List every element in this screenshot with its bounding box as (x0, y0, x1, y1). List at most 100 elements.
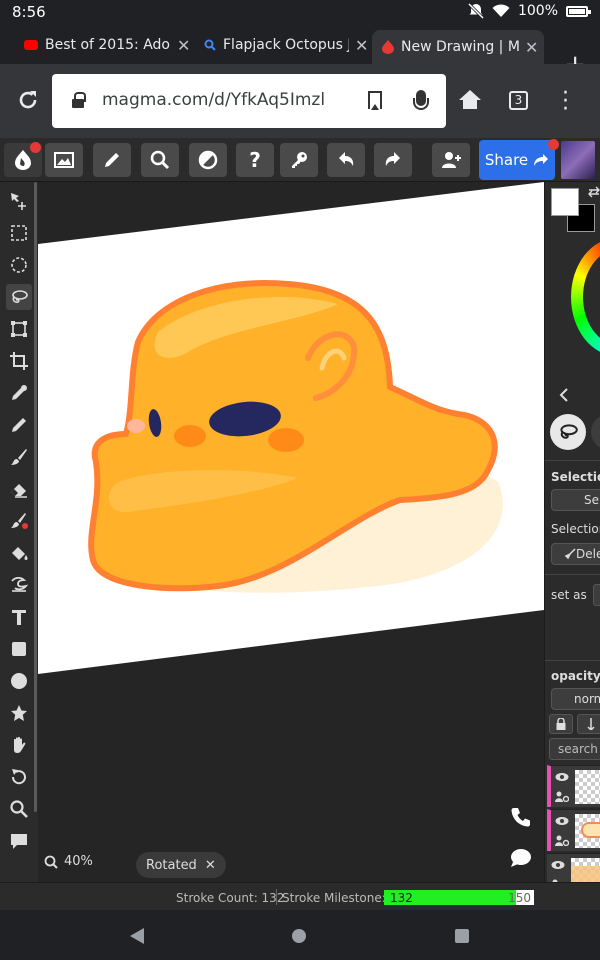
search-button[interactable] (141, 143, 179, 177)
shape-tool[interactable] (6, 700, 32, 726)
tab-title: Flapjack Octopus Ju (223, 37, 349, 53)
rect-select-icon (11, 225, 27, 241)
back-icon[interactable] (130, 928, 144, 944)
lock-icon (72, 92, 86, 108)
rotate-tool[interactable] (6, 764, 32, 790)
primary-color-swatch[interactable] (551, 188, 579, 216)
tab-title: Best of 2015: Adora (45, 37, 171, 53)
magma-favicon-icon (382, 40, 394, 54)
canvas-area[interactable]: 40% Rotated ✕ (38, 182, 544, 882)
adjustments-button[interactable] (189, 143, 227, 177)
rotated-badge[interactable]: Rotated ✕ (136, 852, 226, 878)
user-avatar[interactable] (561, 141, 595, 179)
eraser-tool[interactable] (6, 476, 32, 502)
zoom-indicator[interactable]: 40% (44, 854, 93, 869)
layer-item[interactable] (547, 765, 600, 807)
redo-icon (385, 152, 400, 166)
eyedropper-tool[interactable] (6, 380, 32, 406)
reset-rotation-icon[interactable]: ✕ (205, 858, 216, 873)
visibility-eye-icon[interactable] (555, 772, 569, 782)
redo-button[interactable] (374, 143, 412, 177)
ellipse-tool[interactable] (6, 668, 32, 694)
close-tab-icon[interactable]: ✕ (525, 38, 538, 57)
star-icon (11, 705, 27, 721)
lock-layer-button[interactable] (549, 714, 573, 734)
divider (276, 889, 277, 905)
visibility-eye-icon[interactable] (551, 860, 565, 870)
layer-thumbnail (575, 770, 600, 804)
rect-select-tool[interactable] (6, 220, 32, 246)
layer-item[interactable] (547, 809, 600, 851)
eraser-icon (11, 484, 27, 498)
drawing-artwork[interactable] (38, 182, 544, 882)
bookmark-icon[interactable] (368, 91, 382, 110)
comment-tool[interactable] (6, 828, 32, 854)
microphone-icon[interactable] (413, 90, 429, 110)
liquify-tool[interactable] (6, 572, 32, 598)
smudge-tool[interactable] (6, 508, 32, 534)
layer-order-button[interactable] (577, 714, 600, 734)
phone-icon[interactable] (510, 806, 532, 828)
layer-search-input[interactable]: search (549, 738, 600, 760)
select-button-label: Sele (584, 493, 600, 507)
delete-button[interactable]: Dele (551, 543, 600, 565)
text-tool[interactable] (6, 604, 32, 630)
chat-icon[interactable] (510, 848, 532, 868)
tab-switcher-button[interactable]: 3 (509, 91, 528, 110)
brush-tool[interactable] (6, 444, 32, 470)
add-user-button[interactable] (432, 143, 470, 177)
zoom-tool[interactable] (6, 796, 32, 822)
fill-tool[interactable] (6, 540, 32, 566)
layer-settings-icon[interactable] (555, 834, 569, 846)
pencil-tool[interactable] (6, 412, 32, 438)
help-button[interactable]: ? (236, 143, 274, 177)
search-icon (150, 150, 170, 170)
url-text[interactable]: magma.com/d/YfkAq5Imzl (102, 90, 325, 110)
ellipse-select-icon (11, 257, 27, 273)
set-as-dropdown[interactable] (593, 584, 600, 606)
permissions-button[interactable] (280, 143, 318, 177)
address-bar[interactable]: magma.com/d/YfkAq5Imzl (52, 74, 446, 128)
tool-scrollbar[interactable] (34, 182, 37, 812)
rectangle-tool[interactable] (6, 636, 32, 662)
menu-kebab-icon[interactable]: · · · (562, 83, 569, 121)
wifi-icon (492, 4, 510, 17)
collapse-panel-icon[interactable] (559, 388, 569, 402)
crop-tool[interactable] (6, 348, 32, 374)
close-tab-icon[interactable]: ✕ (355, 36, 368, 55)
select-button[interactable]: Sele (551, 489, 600, 511)
transform-tool[interactable] (6, 316, 32, 342)
home-icon[interactable] (459, 90, 481, 112)
share-button[interactable]: Share (479, 140, 555, 180)
brush-icon (11, 449, 27, 465)
brush-settings-button[interactable] (93, 143, 131, 177)
lasso-tool-indicator (550, 414, 586, 450)
search-favicon-icon (204, 39, 216, 51)
lock-icon (556, 718, 566, 730)
home-circle-icon[interactable] (292, 929, 306, 943)
rotated-label: Rotated (146, 857, 197, 873)
reload-icon[interactable] (16, 88, 40, 112)
selection-heading: Selection (551, 470, 600, 484)
move-tool[interactable] (6, 188, 32, 214)
layer-settings-icon[interactable] (555, 790, 569, 802)
blend-mode-select[interactable]: norma (551, 688, 600, 710)
tab-new-drawing[interactable]: New Drawing | Magm ✕ (372, 30, 544, 64)
image-button[interactable] (45, 143, 83, 177)
tab-best-of-2015[interactable]: Best of 2015: Adora ✕ (24, 30, 190, 60)
rectangle-icon (12, 642, 26, 656)
close-tab-icon[interactable]: ✕ (177, 36, 190, 55)
visibility-eye-icon[interactable] (555, 816, 569, 826)
recents-icon[interactable] (455, 929, 469, 943)
lasso-tool[interactable] (6, 284, 32, 310)
tab-flapjack-octopus[interactable]: Flapjack Octopus Ju ✕ (204, 30, 368, 60)
stroke-milestone-label: Stroke Milestone: (282, 891, 386, 905)
zoom-icon (44, 855, 58, 869)
hand-tool[interactable] (6, 732, 32, 758)
ellipse-select-tool[interactable] (6, 252, 32, 278)
share-label: Share (484, 151, 529, 169)
swap-colors-icon[interactable] (587, 186, 600, 198)
status-bar: 8:56 100% (0, 0, 600, 24)
delete-button-label: Dele (576, 547, 600, 561)
undo-button[interactable] (327, 143, 365, 177)
